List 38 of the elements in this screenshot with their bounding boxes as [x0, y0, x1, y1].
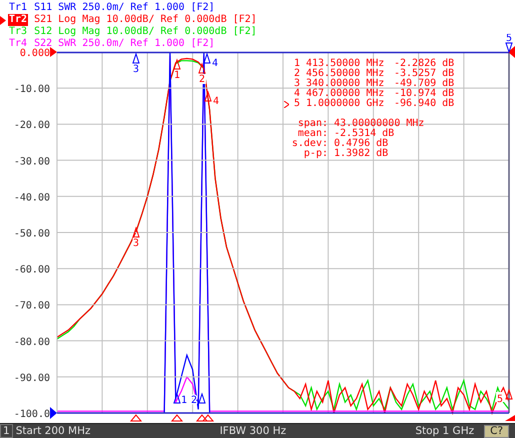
y-axis-label: -80.00	[14, 336, 50, 348]
statistic-value: -2.5314 dB	[334, 129, 396, 139]
statistic-value: 0.4796 dB	[334, 139, 390, 149]
marker-frequency: 467.00000 MHz	[306, 89, 386, 99]
y-axis-label: -60.00	[14, 264, 50, 276]
y-axis-label: -20.00	[14, 120, 50, 132]
statistic-label: mean:	[298, 129, 328, 139]
y-axis-label: -30.00	[14, 156, 50, 168]
y-axis-label: -100.0	[14, 409, 50, 420]
y-axis-label: -70.00	[14, 300, 50, 312]
y-axis-label: -10.00	[14, 84, 50, 96]
marker-value: -3.5257 dB	[394, 69, 454, 79]
y-axis-label: -90.00	[14, 372, 50, 384]
marker-value: -2.2826 dB	[394, 59, 454, 69]
marker-frequency: 456.50000 MHz	[306, 69, 386, 79]
marker-value: -10.974 dB	[394, 89, 454, 99]
statistic-value: 43.00000000 MHz	[334, 119, 426, 129]
marker-frequency: 340.00000 MHz	[306, 79, 386, 89]
marker-number: 2	[294, 69, 302, 79]
marker-value: -49.709 dB	[394, 79, 454, 89]
trace-settings: S12 Log Mag 10.00dB/ Ref 0.000dB [F2]	[34, 26, 257, 38]
trace-settings: S11 SWR 250.0m/ Ref 1.000 [F2]	[34, 2, 215, 14]
trace-settings: S22 SWR 250.0m/ Ref 1.000 [F2]	[34, 38, 215, 49]
marker-value: -96.940 dB	[394, 99, 454, 109]
statistic-label: span:	[296, 119, 328, 129]
statistic-label: s.dev:	[290, 139, 328, 149]
marker-number: 3	[294, 79, 302, 89]
marker-frequency: 1.0000000 GHz	[306, 99, 386, 109]
marker-frequency: 413.50000 MHz	[306, 59, 386, 69]
trace-settings: S21 Log Mag 10.00dB/ Ref 0.000dB [F2]	[34, 14, 257, 26]
y-axis-label: -50.00	[14, 228, 50, 240]
marker-number: 4	[294, 89, 302, 99]
statistic-label: p-p:	[302, 149, 328, 159]
y-axis-label: -40.00	[14, 192, 50, 204]
marker-number: 1	[294, 59, 302, 69]
y-axis-label: 0.000	[20, 48, 50, 59]
statistic-value: 1.3982 dB	[334, 149, 390, 159]
marker-number: 5	[294, 99, 302, 109]
